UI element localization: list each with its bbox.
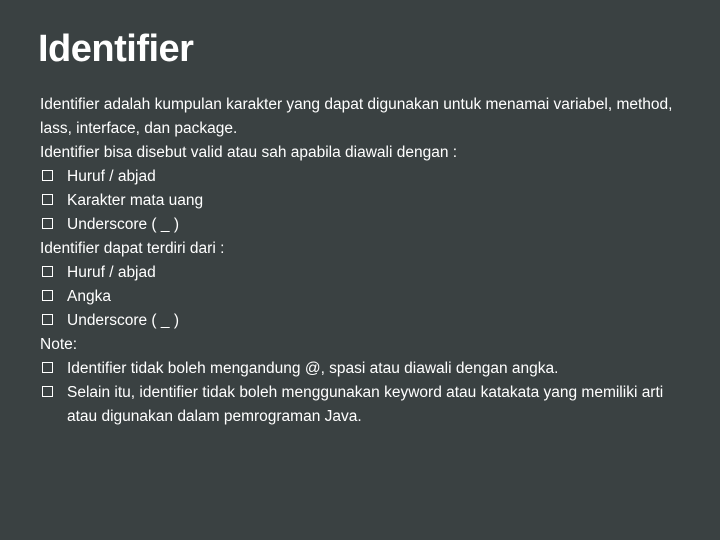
list-item: Underscore ( _ ) xyxy=(40,213,690,237)
square-bullet-icon xyxy=(42,170,53,181)
list-item-text: Karakter mata uang xyxy=(67,189,690,213)
list-item-text: Selain itu, identifier tidak boleh mengg… xyxy=(67,381,690,429)
list-item-text: Angka xyxy=(67,285,690,309)
square-bullet-icon xyxy=(42,194,53,205)
list-item: Angka xyxy=(40,285,690,309)
list-item: Selain itu, identifier tidak boleh mengg… xyxy=(40,381,690,429)
list-item: Identifier tidak boleh mengandung @, spa… xyxy=(40,357,690,381)
slide: Identifier Identifier adalah kumpulan ka… xyxy=(0,0,720,459)
list-item-text: Underscore ( _ ) xyxy=(67,213,690,237)
list-item-text: Underscore ( _ ) xyxy=(67,309,690,333)
paragraph: Note: xyxy=(40,333,690,357)
square-bullet-icon xyxy=(42,362,53,373)
list-item-text: Identifier tidak boleh mengandung @, spa… xyxy=(67,357,690,381)
square-bullet-icon xyxy=(42,386,53,397)
square-bullet-icon xyxy=(42,266,53,277)
list-item: Huruf / abjad xyxy=(40,261,690,285)
slide-title: Identifier xyxy=(38,28,690,71)
list-item: Karakter mata uang xyxy=(40,189,690,213)
square-bullet-icon xyxy=(42,290,53,301)
square-bullet-icon xyxy=(42,314,53,325)
paragraph: Identifier dapat terdiri dari : xyxy=(40,237,690,261)
slide-content: Identifier adalah kumpulan karakter yang… xyxy=(38,93,690,429)
square-bullet-icon xyxy=(42,218,53,229)
paragraph: Identifier bisa disebut valid atau sah a… xyxy=(40,141,690,165)
paragraph: Identifier adalah kumpulan karakter yang… xyxy=(40,93,690,141)
list-item-text: Huruf / abjad xyxy=(67,165,690,189)
list-item-text: Huruf / abjad xyxy=(67,261,690,285)
list-item: Huruf / abjad xyxy=(40,165,690,189)
list-item: Underscore ( _ ) xyxy=(40,309,690,333)
